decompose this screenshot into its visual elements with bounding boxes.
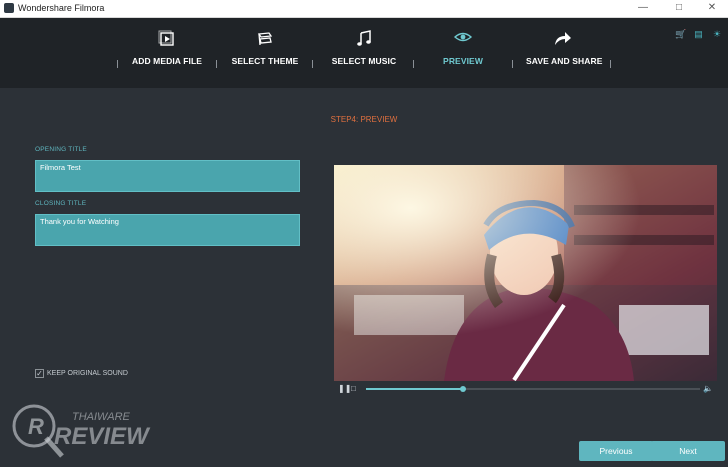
- volume-icon[interactable]: 🔈: [703, 383, 713, 395]
- keep-original-sound-checkbox[interactable]: ✓: [35, 369, 44, 378]
- step-label: SELECT THEME: [231, 56, 299, 66]
- share-arrow-icon: [555, 32, 571, 45]
- toolbar-icons: 🛒 ▤ ☀: [671, 24, 722, 42]
- music-note-icon: [357, 30, 371, 46]
- theme-icon: [257, 32, 273, 46]
- step-separator: [512, 60, 513, 68]
- step-select-theme[interactable]: SELECT THEME: [230, 30, 300, 82]
- previous-button[interactable]: Previous: [579, 441, 653, 461]
- player-controls: ❚❚ □ 🔈: [334, 383, 717, 395]
- stop-icon[interactable]: □: [351, 383, 356, 395]
- step-separator: [610, 60, 611, 68]
- cart-icon[interactable]: 🛒: [675, 29, 686, 39]
- thaiware-review-watermark: R THAIWARE REVIEW: [12, 404, 151, 458]
- pause-icon[interactable]: ❚❚: [338, 383, 351, 395]
- step-add-media-file[interactable]: ADD MEDIA FILE: [128, 30, 206, 82]
- preview-frame-image: [334, 165, 717, 381]
- step-label: SAVE AND SHARE: [526, 56, 603, 66]
- step-separator: [117, 60, 118, 68]
- menu-icon[interactable]: ▤: [694, 29, 704, 39]
- keep-original-sound-label: KEEP ORIGINAL SOUND: [47, 370, 128, 377]
- app-logo-icon: [4, 3, 14, 13]
- closing-title-value: Thank you for Watching: [40, 217, 119, 226]
- next-button[interactable]: Next: [651, 441, 725, 461]
- opening-title-value: Filmora Test: [40, 163, 81, 172]
- step-navigation: ADD MEDIA FILE SELECT THEME SELECT MUSIC…: [0, 18, 728, 88]
- closing-title-label: CLOSING TITLE: [35, 200, 87, 207]
- step-select-music[interactable]: SELECT MUSIC: [330, 30, 398, 82]
- step-separator: [312, 60, 313, 68]
- opening-title-label: OPENING TITLE: [35, 146, 87, 153]
- step-save-and-share[interactable]: SAVE AND SHARE: [526, 30, 603, 82]
- watermark-top-text: THAIWARE: [72, 411, 131, 423]
- window-title: Wondershare Filmora: [18, 3, 105, 13]
- opening-title-input[interactable]: Filmora Test: [35, 160, 300, 192]
- step-separator: [216, 60, 217, 68]
- step-label: ADD MEDIA FILE: [131, 56, 203, 66]
- progress-fill: [366, 388, 463, 390]
- page-title: STEP4: PREVIEW: [330, 115, 398, 124]
- close-button[interactable]: ✕: [701, 1, 723, 15]
- watermark-bottom-text: REVIEW: [54, 423, 151, 450]
- step-label: SELECT MUSIC: [331, 56, 397, 66]
- progress-slider[interactable]: [366, 386, 700, 392]
- brightness-icon[interactable]: ☀: [712, 29, 722, 39]
- step-separator: [413, 60, 414, 68]
- media-file-icon: [158, 30, 174, 46]
- svg-text:R: R: [28, 414, 44, 439]
- progress-knob[interactable]: [459, 386, 466, 392]
- window-titlebar: Wondershare Filmora — □ ✕: [0, 0, 728, 18]
- maximize-button[interactable]: □: [668, 1, 690, 15]
- video-preview[interactable]: [334, 165, 717, 381]
- step-label: PREVIEW: [443, 56, 483, 66]
- closing-title-input[interactable]: Thank you for Watching: [35, 214, 300, 246]
- eye-icon: [453, 32, 473, 42]
- minimize-button[interactable]: —: [632, 1, 654, 15]
- step-preview[interactable]: PREVIEW: [438, 30, 488, 82]
